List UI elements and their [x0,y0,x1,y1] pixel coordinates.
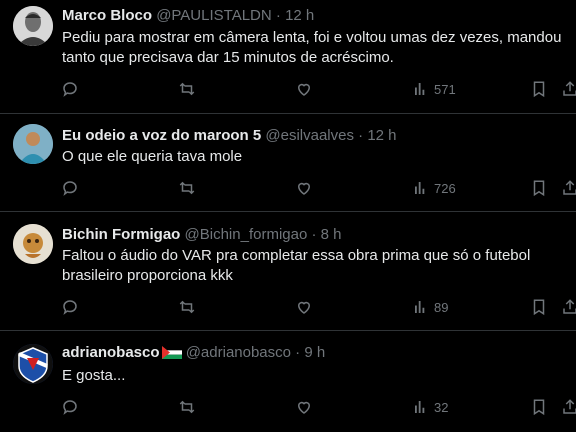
tweet-text: Pediu para mostrar em câmera lenta, foi … [62,29,562,66]
share-icon[interactable] [561,398,576,416]
display-name[interactable]: Eu odeio a voz do maroon 5 [62,127,261,144]
display-name[interactable]: Bichin Formigao [62,226,180,243]
tweet-text: Faltou o áudio do VAR pra completar essa… [62,247,531,284]
views-count: 32 [434,399,449,415]
action-bar: 726 [0,179,576,199]
retweet-icon[interactable] [178,298,196,316]
separator-dot: · [275,7,281,24]
views-icon [415,182,425,194]
views-icon [415,401,425,413]
action-bar: 32 [0,398,576,418]
user-handle[interactable]: @esilvaalves [265,127,354,144]
views-button[interactable]: 726 [412,179,456,197]
timestamp[interactable]: 9 h [304,344,325,361]
user-handle[interactable]: @PAULISTALDN [156,7,272,24]
bookmark-icon[interactable] [530,398,548,416]
palestine-flag-icon [161,345,182,365]
separator-dot: · [295,344,301,361]
display-name[interactable]: adrianobasco [62,344,160,361]
views-count: 571 [434,81,456,97]
share-icon[interactable] [561,80,576,98]
views-count: 726 [434,180,456,196]
views-button[interactable]: 32 [412,398,448,416]
timeline-feed: Marco Bloco @PAULISTALDN · 12 h Pediu pa… [0,0,576,432]
reply-icon[interactable] [61,298,79,316]
retweet-icon[interactable] [178,398,196,416]
bookmark-icon[interactable] [530,179,548,197]
tweet[interactable]: Marco Bloco @PAULISTALDN · 12 h Pediu pa… [0,0,576,114]
separator-dot: · [311,226,317,243]
like-icon[interactable] [295,80,313,98]
reply-icon[interactable] [61,179,79,197]
tweet-header: Bichin Formigao @Bichin_formigao · 8 h [62,225,342,245]
avatar[interactable] [13,224,53,264]
tweet-text: E gosta... [62,367,126,384]
views-icon [415,301,425,313]
separator-dot: · [358,127,364,144]
reply-icon[interactable] [61,80,79,98]
views-button[interactable]: 571 [412,80,456,98]
action-bar: 89 [0,298,576,318]
tweet[interactable]: adrianobasco @adrianobasco · 9 h E gosta… [0,331,576,432]
share-icon[interactable] [561,298,576,316]
views-button[interactable]: 89 [412,298,448,316]
bookmark-icon[interactable] [530,80,548,98]
action-bar: 571 [0,80,576,100]
like-icon[interactable] [295,398,313,416]
avatar[interactable] [13,6,53,46]
avatar[interactable] [13,124,53,164]
tweet-header: adrianobasco @adrianobasco · 9 h [62,343,325,365]
like-icon[interactable] [295,179,313,197]
share-icon[interactable] [561,179,576,197]
reply-icon[interactable] [61,398,79,416]
user-handle[interactable]: @Bichin_formigao [185,226,308,243]
like-icon[interactable] [295,298,313,316]
avatar[interactable] [13,344,53,384]
tweet[interactable]: Bichin Formigao @Bichin_formigao · 8 h F… [0,212,576,331]
tweet[interactable]: Eu odeio a voz do maroon 5 @esilvaalves … [0,114,576,212]
tweet-header: Marco Bloco @PAULISTALDN · 12 h [62,6,314,26]
display-name[interactable]: Marco Bloco [62,7,152,24]
retweet-icon[interactable] [178,179,196,197]
views-count: 89 [434,299,449,315]
tweet-text: O que ele queria tava mole [62,148,243,165]
views-icon [415,83,425,95]
tweet-header: Eu odeio a voz do maroon 5 @esilvaalves … [62,126,397,146]
timestamp[interactable]: 8 h [321,226,342,243]
user-handle[interactable]: @adrianobasco [186,344,291,361]
timestamp[interactable]: 12 h [285,7,314,24]
retweet-icon[interactable] [178,80,196,98]
bookmark-icon[interactable] [530,298,548,316]
timestamp[interactable]: 12 h [367,127,396,144]
